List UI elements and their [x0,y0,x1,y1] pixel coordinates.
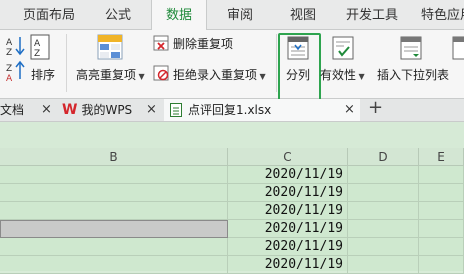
doc-tab-active-file[interactable]: 点评回复1.xlsx × [164,99,360,121]
doc-tab-label: 我的WPS [81,103,133,117]
cell-c[interactable]: 2020/11/19 [228,166,348,184]
tab-developer[interactable]: 开发工具 [340,0,404,29]
chevron-down-icon[interactable]: ▼ [136,72,145,81]
remove-duplicates-icon[interactable] [153,35,169,51]
doc-tab-my-wps[interactable]: W 我的WPS [56,99,160,121]
sort-icon[interactable]: A Z [30,34,50,60]
cell-e[interactable] [419,238,464,256]
cell-c[interactable]: 2020/11/19 [228,238,348,256]
column-header-c[interactable]: C [228,148,348,166]
spreadsheet-grid[interactable]: 2020/11/19 2020/11/19 2020/11/19 2020/11/19… [0,166,464,274]
remove-duplicates-button[interactable]: 删除重复项 [173,35,233,52]
tab-data[interactable]: 数据 [151,0,207,30]
tab-formulas[interactable]: 公式 [96,0,140,29]
cell-e[interactable] [419,202,464,220]
highlight-duplicates-icon[interactable] [97,34,123,60]
tab-review[interactable]: 审阅 [218,0,262,29]
ribbon-tab-bar: 页面布局 公式 数据 审阅 视图 开发工具 特色应用 [0,0,464,30]
formula-bar-area [0,122,464,148]
highlight-duplicates-button[interactable]: 高亮重复项 ▼ [76,66,145,83]
sort-label[interactable]: 排序 [31,66,55,83]
more-tools-icon[interactable] [452,36,464,60]
separator [276,34,277,92]
cell-d[interactable] [348,238,419,256]
cell-b[interactable] [0,256,228,274]
cell-e[interactable] [419,166,464,184]
tab-page-layout[interactable]: 页面布局 [14,0,84,29]
close-icon[interactable]: × [344,99,355,121]
cell-e[interactable] [419,256,464,274]
cell-c[interactable]: 2020/11/19 [228,220,348,238]
svg-text:A: A [6,74,13,82]
validity-label: 有效性 [320,68,357,82]
svg-text:A: A [6,38,13,48]
chevron-down-icon[interactable]: ▼ [356,72,365,81]
cell-d[interactable] [348,256,419,274]
cell-b[interactable] [0,202,228,220]
document-tab-bar: 文档 W 我的WPS × × 点评回复1.xlsx × + [0,97,464,122]
split-column-icon[interactable] [287,36,309,60]
cell-d[interactable] [348,220,419,238]
cell-b[interactable] [0,238,228,256]
spreadsheet-file-icon [170,103,182,117]
column-header-d[interactable]: D [348,148,419,166]
column-header-e[interactable]: E [419,148,464,166]
reject-duplicates-label: 拒绝录入重复项 [173,68,258,82]
svg-text:Z: Z [6,48,12,56]
insert-dropdown-list-button[interactable]: 插入下拉列表 [377,66,449,83]
close-icon[interactable]: × [146,99,157,121]
split-column-label[interactable]: 分列 [286,66,310,83]
separator [66,34,67,92]
cell-c[interactable]: 2020/11/19 [228,202,348,220]
cell-c[interactable]: 2020/11/19 [228,256,348,274]
close-icon[interactable]: × [41,99,52,121]
insert-dropdown-list-icon[interactable] [400,36,422,60]
cell-e[interactable] [419,184,464,202]
add-tab-button[interactable]: + [368,97,383,118]
column-header-b[interactable]: B [0,148,228,166]
chevron-down-icon[interactable]: ▼ [257,72,266,81]
cell-c[interactable]: 2020/11/19 [228,184,348,202]
validity-icon[interactable] [332,36,354,60]
highlight-duplicates-label: 高亮重复项 [76,68,137,82]
cell-d[interactable] [348,166,419,184]
svg-text:Z: Z [34,49,40,59]
sort-descending-icon[interactable]: Z A [5,60,27,82]
reject-duplicates-button[interactable]: 拒绝录入重复项 ▼ [173,66,266,83]
cell-b[interactable] [0,166,228,184]
svg-text:A: A [34,39,41,49]
cell-b[interactable] [0,184,228,202]
cell-e[interactable] [419,220,464,238]
validity-button[interactable]: 有效性 ▼ [320,66,365,83]
wps-logo-icon: W [62,102,78,118]
reject-duplicates-icon[interactable] [153,65,169,81]
svg-text:Z: Z [6,64,12,74]
doc-tab-label: 点评回复1.xlsx [188,103,272,117]
doc-tab-label: 文档 [0,103,25,117]
selected-cell-b[interactable] [0,220,228,238]
cell-d[interactable] [348,202,419,220]
tab-special-apps[interactable]: 特色应用 [412,0,464,29]
tab-view[interactable]: 视图 [281,0,325,29]
sort-ascending-icon[interactable]: A Z [5,34,27,56]
cell-d[interactable] [348,184,419,202]
ribbon-toolbar: A Z Z A A Z 排序 高亮重复项 ▼ 删除重复项 拒绝录入重复项 ▼ 分… [0,30,464,103]
